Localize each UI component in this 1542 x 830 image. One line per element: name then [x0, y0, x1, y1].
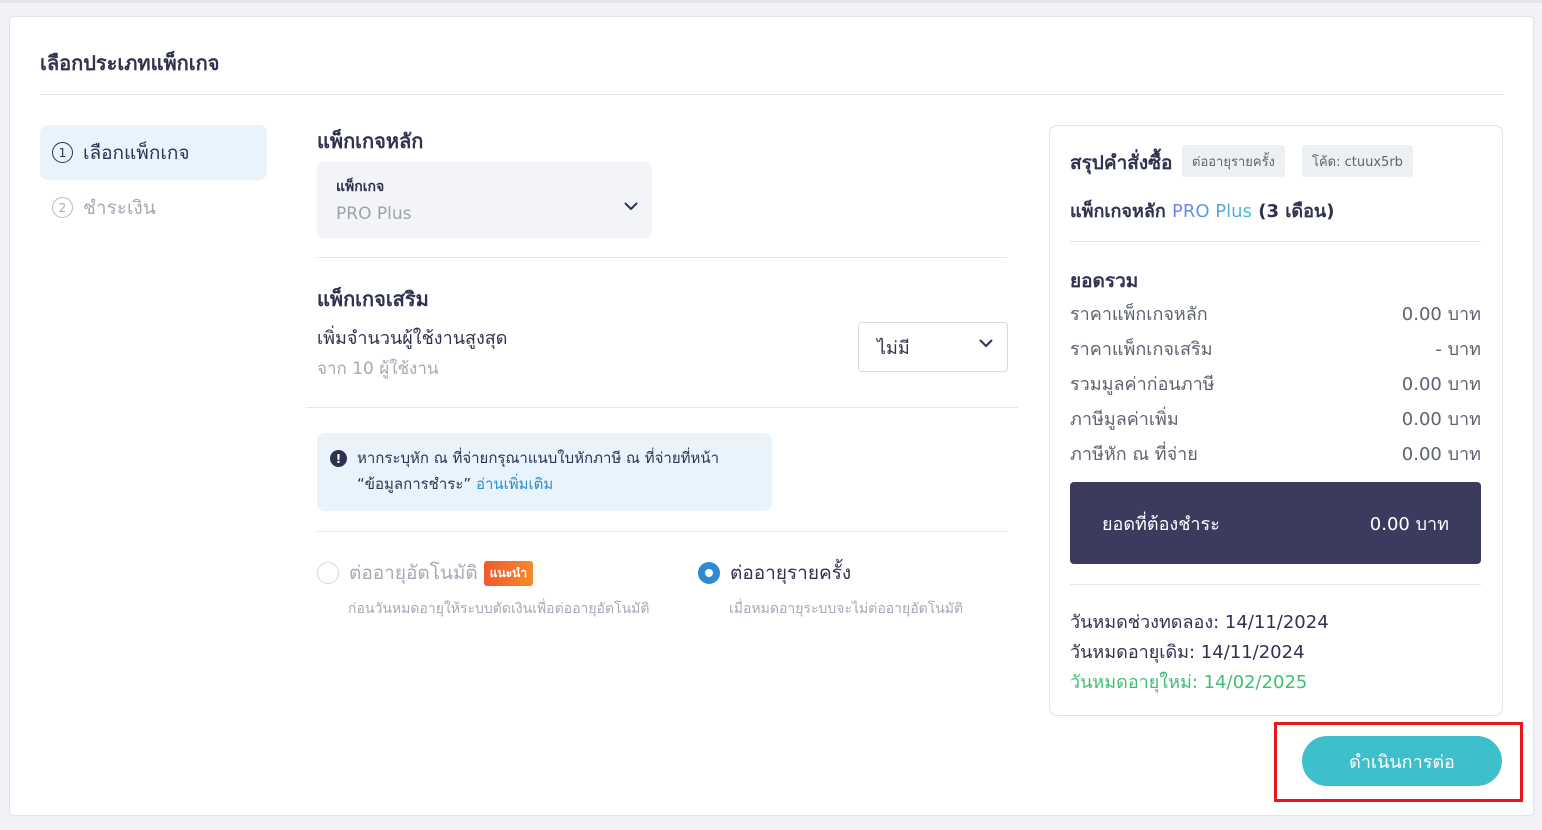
- step-number: 1: [52, 142, 73, 163]
- step-label: เลือกแพ็กเกจ: [83, 141, 190, 164]
- package-select-value: PRO Plus: [336, 204, 412, 224]
- package-select-label: แพ็กเกจ: [336, 179, 385, 195]
- renewal-once-option[interactable]: ต่ออายุรายครั้ง เมื่อหมดอายุระบบจะไม่ต่อ…: [698, 558, 963, 620]
- chevron-down-icon: [979, 339, 993, 347]
- trial-end-date: วันหมดช่วงทดลอง: 14/11/2024: [1070, 612, 1329, 633]
- renewal-auto-option[interactable]: ต่ออายุอัตโนมัติ แนะนำ ก่อนวันหมดอายุให้…: [317, 558, 649, 620]
- summary-line: รวมมูลค่าก่อนภาษี 0.00 บาท: [1070, 369, 1481, 398]
- page-title: เลือกประเภทแพ็กเกจ: [40, 51, 220, 75]
- step-select-package[interactable]: 1 เลือกแพ็กเกจ: [40, 125, 267, 180]
- amount-due-value: 0.00 บาท: [1369, 513, 1449, 535]
- main-package-heading: แพ็กเกจหลัก: [317, 129, 424, 153]
- divider: [307, 407, 1018, 408]
- radio-auto-renew[interactable]: [317, 562, 339, 584]
- step-label: ชำระเงิน: [83, 196, 156, 219]
- total-heading: ยอดรวม: [1070, 270, 1139, 292]
- order-summary: สรุปคำสั่งซื้อ ต่ออายุรายครั้ง โค้ด: ctu…: [1049, 125, 1503, 716]
- renew-once-label: ต่ออายุรายครั้ง: [730, 562, 852, 584]
- auto-renew-subtext: ก่อนวันหมดอายุให้ระบบตัดเงินเพื่อต่ออายุ…: [348, 601, 650, 617]
- summary-line: ราคาแพ็กเกจเสริม - บาท: [1070, 334, 1481, 363]
- addon-select[interactable]: ไม่มี: [858, 322, 1008, 372]
- old-expiry-date: วันหมดอายุเดิม: 14/11/2024: [1070, 642, 1305, 663]
- line-label: ภาษีมูลค่าเพิ่ม: [1070, 409, 1179, 430]
- withholding-notice: ! หากระบุหัก ณ ที่จ่ายกรุณาแนบใบหักภาษี …: [317, 433, 772, 511]
- line-amount: 0.00 บาท: [1401, 374, 1481, 395]
- divider: [1070, 241, 1481, 242]
- summary-line: ภาษีหัก ณ ที่จ่าย 0.00 บาท: [1070, 439, 1481, 468]
- radio-renew-once[interactable]: [698, 562, 720, 584]
- chevron-down-icon: [624, 202, 638, 210]
- line-label: ภาษีหัก ณ ที่จ่าย: [1070, 444, 1198, 465]
- amount-due-box: ยอดที่ต้องชำระ 0.00 บาท: [1070, 482, 1481, 564]
- divider: [40, 94, 1504, 95]
- auto-renew-label: ต่ออายุอัตโนมัติ: [349, 562, 478, 584]
- read-more-link[interactable]: อ่านเพิ่มเติม: [476, 475, 553, 493]
- new-expiry-date: วันหมดอายุใหม่: 14/02/2025: [1070, 672, 1308, 693]
- line-amount: 0.00 บาท: [1401, 444, 1481, 465]
- step-payment[interactable]: 2 ชำระเงิน: [40, 180, 267, 235]
- summary-package-duration: (3 เดือน): [1258, 201, 1335, 222]
- divider: [317, 531, 1007, 532]
- line-label: รวมมูลค่าก่อนภาษี: [1070, 374, 1215, 395]
- divider: [1070, 584, 1481, 585]
- line-label: ราคาแพ็กเกจเสริม: [1070, 339, 1213, 360]
- line-amount: - บาท: [1435, 339, 1481, 360]
- renew-once-subtext: เมื่อหมดอายุระบบจะไม่ต่ออายุอัตโนมัติ: [729, 601, 964, 617]
- addon-heading: แพ็กเกจเสริม: [317, 287, 429, 311]
- recommended-badge: แนะนำ: [483, 560, 534, 586]
- addon-description: เพิ่มจำนวนผู้ใช้งานสูงสุด: [317, 328, 508, 349]
- addon-select-value: ไม่มี: [877, 337, 910, 359]
- package-select[interactable]: แพ็กเกจ PRO Plus: [317, 162, 652, 238]
- step-number: 2: [52, 197, 73, 218]
- summary-package-prefix: แพ็กเกจหลัก: [1070, 201, 1166, 222]
- summary-package-name: PRO Plus: [1172, 201, 1252, 222]
- summary-title: สรุปคำสั่งซื้อ: [1070, 152, 1173, 174]
- code-tag: โค้ด: ctuux5rb: [1302, 145, 1413, 177]
- summary-line: ภาษีมูลค่าเพิ่ม 0.00 บาท: [1070, 404, 1481, 433]
- renewal-type-tag: ต่ออายุรายครั้ง: [1182, 145, 1285, 177]
- amount-due-label: ยอดที่ต้องชำระ: [1102, 513, 1220, 535]
- highlight-annotation: [1274, 722, 1523, 802]
- package-card: เลือกประเภทแพ็กเกจ 1 เลือกแพ็กเกจ 2 ชำระ…: [9, 16, 1534, 816]
- top-border: [0, 0, 1542, 3]
- addon-subtext: จาก 10 ผู้ใช้งาน: [317, 359, 439, 379]
- line-amount: 0.00 บาท: [1401, 409, 1481, 430]
- summary-line: ราคาแพ็กเกจหลัก 0.00 บาท: [1070, 299, 1481, 328]
- line-label: ราคาแพ็กเกจหลัก: [1070, 304, 1208, 325]
- divider: [317, 257, 1007, 258]
- alert-icon: !: [330, 450, 347, 467]
- summary-package: แพ็กเกจหลัก PRO Plus (3 เดือน): [1070, 196, 1334, 225]
- line-amount: 0.00 บาท: [1401, 304, 1481, 325]
